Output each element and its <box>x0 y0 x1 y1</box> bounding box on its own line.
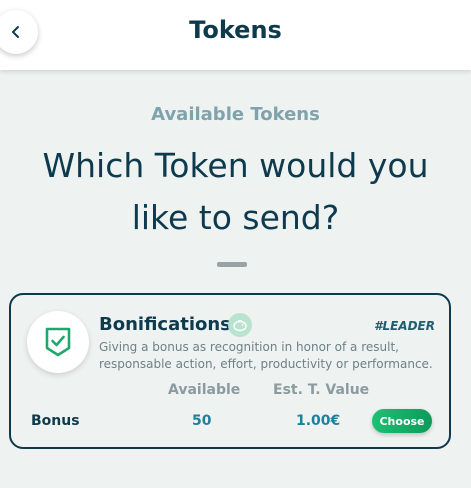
top-bar: Tokens <box>0 0 471 70</box>
token-name: Bonus <box>31 413 80 429</box>
available-value: 50 <box>192 413 212 429</box>
badge-circle <box>228 313 252 337</box>
available-header: Available <box>168 382 241 398</box>
token-title: Bonifications <box>99 314 231 335</box>
question-heading: Which Token would you like to send? <box>42 146 429 237</box>
est-value: 1.00€ <box>296 413 341 429</box>
piggy-bank-icon <box>233 320 247 332</box>
token-icon-circle <box>27 311 89 373</box>
divider <box>217 262 247 267</box>
page-title: Tokens <box>189 16 282 44</box>
shield-check-icon <box>45 327 71 357</box>
token-description: Giving a bonus as recognition in honor o… <box>99 340 433 371</box>
est-value-header: Est. T. Value <box>273 382 370 398</box>
token-tag: #LEADER <box>374 319 435 333</box>
choose-button[interactable]: Choose <box>372 409 432 433</box>
section-subtitle: Available Tokens <box>151 104 320 125</box>
token-card[interactable]: Bonifications #LEADER Giving a bonus as … <box>9 293 451 449</box>
